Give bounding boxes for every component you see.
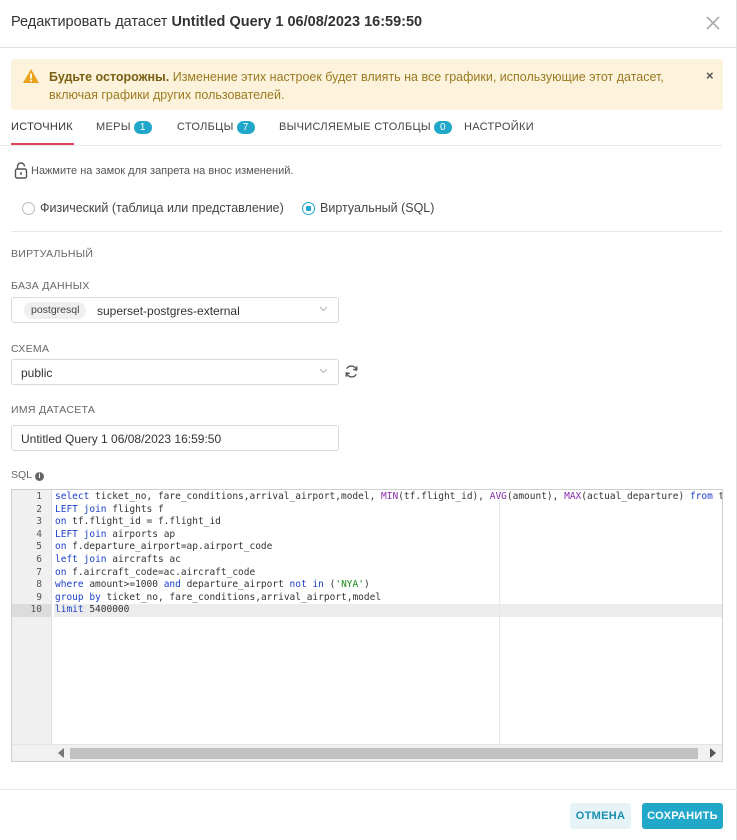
- database-engine-tag: postgresql: [24, 302, 87, 319]
- cancel-button[interactable]: ОТМЕНА: [570, 803, 631, 829]
- line-number: 5: [36, 541, 42, 553]
- dataset-name-label: ИМЯ ДАТАСЕТА: [11, 404, 96, 416]
- edit-dataset-modal: Редактировать датасет Untitled Query 1 0…: [0, 0, 737, 840]
- scroll-right-icon[interactable]: [710, 748, 716, 758]
- sql-label: SQL: [11, 469, 33, 481]
- tab-source[interactable]: ИСТОЧНИК: [11, 121, 73, 133]
- line-number: 7: [36, 566, 42, 578]
- line-number: 6: [36, 554, 42, 565]
- unlock-icon[interactable]: [14, 162, 28, 179]
- modal-title-dataset-name: Untitled Query 1 06/08/2023 16:59:50: [171, 14, 423, 30]
- code-line: group by ticket_no, fare_conditions,arri…: [55, 591, 382, 603]
- info-icon[interactable]: i: [35, 472, 45, 481]
- close-icon[interactable]: [704, 14, 722, 32]
- database-select[interactable]: postgresql superset-postgres-external: [11, 297, 339, 323]
- active-tab-indicator: [11, 143, 74, 145]
- tab-columns[interactable]: СТОЛБЦЫ 7: [177, 121, 255, 134]
- scroll-left-icon[interactable]: [58, 748, 64, 758]
- scrollbar-thumb[interactable]: [70, 748, 698, 759]
- sql-editor[interactable]: 1 2 3 4 5 6 7 8 9 10 select ticket_no, f…: [11, 489, 723, 762]
- section-divider: [11, 231, 722, 232]
- warning-alert: Будьте осторожны. Изменение этих настрое…: [11, 59, 723, 110]
- database-select-value: superset-postgres-external: [97, 304, 240, 318]
- radio-virtual-label: Виртуальный (SQL): [320, 201, 435, 215]
- alert-close-icon[interactable]: ×: [706, 68, 714, 83]
- chevron-down-icon: [319, 306, 328, 312]
- line-number: 9: [36, 591, 42, 603]
- code-line: limit 5400000: [55, 604, 130, 616]
- sql-code[interactable]: select ticket_no, fare_conditions,arriva…: [54, 490, 722, 744]
- modal-header: Редактировать датасет Untitled Query 1 0…: [0, 0, 737, 48]
- code-line: LEFT join flights f: [55, 503, 164, 515]
- horizontal-scrollbar[interactable]: [12, 744, 722, 761]
- schema-select-value: public: [21, 366, 53, 380]
- schema-label: СХЕМА: [11, 343, 50, 355]
- radio-physical-dot[interactable]: [22, 202, 35, 215]
- radio-physical-label: Физический (таблица или представление): [40, 201, 284, 215]
- database-label: БАЗА ДАННЫХ: [11, 280, 90, 292]
- lock-hint-text: Нажмите на замок для запрета на внос изм…: [31, 165, 294, 177]
- line-number: 4: [36, 528, 42, 540]
- code-line: on f.aircraft_code=ac.aircraft_code: [55, 566, 256, 578]
- chevron-down-icon: [319, 368, 328, 374]
- refresh-icon[interactable]: [344, 364, 359, 379]
- tab-metrics[interactable]: МЕРЫ 1: [96, 121, 152, 134]
- modal-title: Редактировать датасет Untitled Query 1 0…: [11, 14, 422, 30]
- tab-columns-badge: 7: [236, 121, 255, 134]
- line-number: 2: [36, 503, 42, 515]
- tab-calculated-columns-label: ВЫЧИСЛЯЕМЫЕ СТОЛБЦЫ: [279, 121, 431, 133]
- tab-metrics-label: МЕРЫ: [96, 121, 131, 133]
- tab-settings-label: НАСТРОЙКИ: [464, 121, 534, 133]
- code-line: on tf.flight_id = f.flight_id: [55, 516, 221, 528]
- warning-text: Будьте осторожны. Изменение этих настрое…: [49, 68, 689, 104]
- modal-title-prefix: Редактировать датасет: [11, 14, 168, 30]
- warning-bold: Будьте осторожны.: [49, 70, 170, 84]
- code-line: left join aircrafts ac: [55, 554, 181, 565]
- tab-calculated-columns-badge: 0: [433, 121, 452, 134]
- code-line: select ticket_no, fare_conditions,arriva…: [55, 491, 722, 502]
- line-number: 10: [30, 604, 42, 616]
- modal-footer: ОТМЕНА СОХРАНИТЬ: [0, 789, 737, 840]
- tab-calculated-columns[interactable]: ВЫЧИСЛЯЕМЫЕ СТОЛБЦЫ 0: [279, 121, 452, 134]
- sql-label-row: SQL i: [11, 469, 45, 481]
- dataset-name-input[interactable]: Untitled Query 1 06/08/2023 16:59:50: [11, 425, 339, 451]
- code-line: LEFT join airports ap: [55, 528, 176, 540]
- tab-metrics-badge: 1: [133, 121, 152, 134]
- line-number: 1: [36, 491, 42, 502]
- tab-columns-label: СТОЛБЦЫ: [177, 121, 234, 133]
- radio-virtual-dot[interactable]: [302, 202, 315, 215]
- tab-bar: ИСТОЧНИК МЕРЫ 1 СТОЛБЦЫ 7 ВЫЧИСЛЯЕМЫЕ СТОЛ…: [0, 112, 722, 146]
- code-line: where amount>=1000 and departure_airport…: [55, 579, 370, 591]
- code-line: on f.departure_airport=ap.airport_code: [55, 541, 273, 553]
- tab-settings[interactable]: НАСТРОЙКИ: [464, 121, 534, 133]
- tab-source-label: ИСТОЧНИК: [11, 121, 74, 133]
- schema-select[interactable]: public: [11, 359, 339, 385]
- line-number: 3: [36, 516, 42, 528]
- virtual-section-title: ВИРТУАЛЬНЫЙ: [11, 248, 94, 260]
- warning-icon: [23, 69, 39, 83]
- save-button[interactable]: СОХРАНИТЬ: [642, 803, 723, 829]
- line-number: 8: [36, 579, 42, 591]
